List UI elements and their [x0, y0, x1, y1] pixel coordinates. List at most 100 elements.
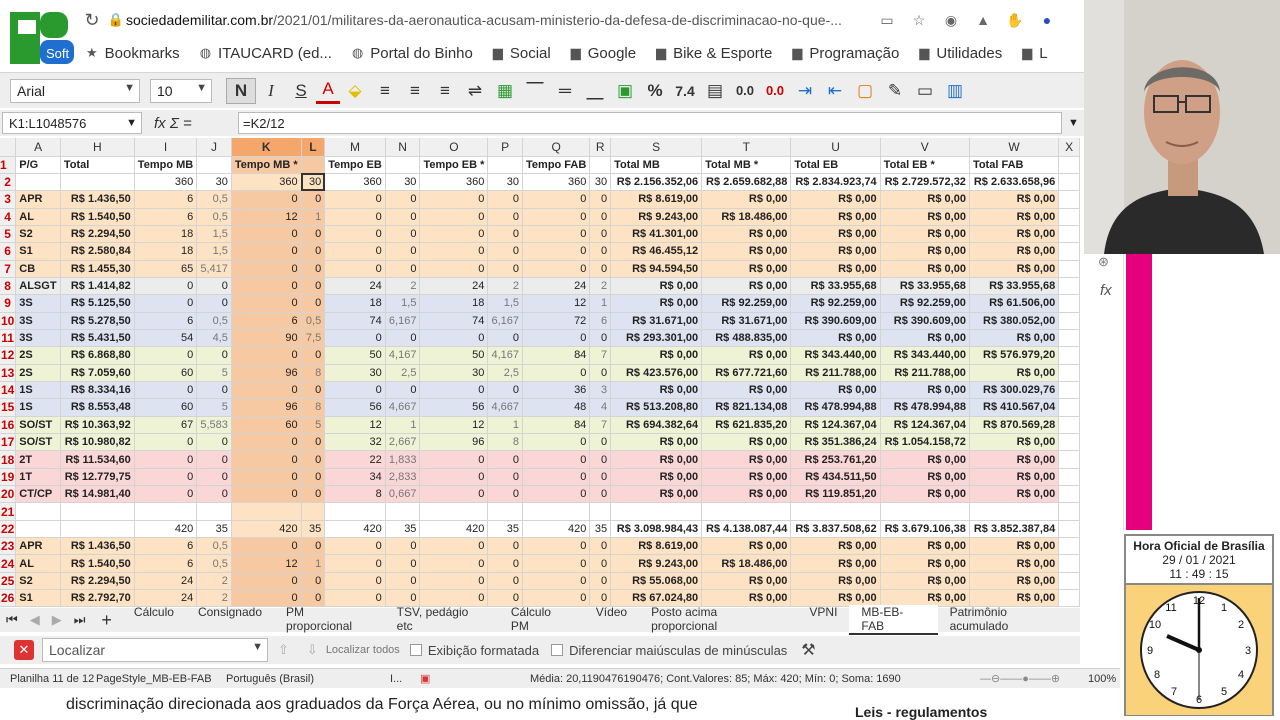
cell[interactable]: R$ 8.619,00: [610, 190, 703, 209]
cell[interactable]: 18: [134, 225, 198, 244]
row-header[interactable]: 9: [0, 294, 17, 313]
row-header[interactable]: 6: [0, 242, 17, 261]
column-header[interactable]: P: [487, 138, 524, 157]
cell[interactable]: ALSGT: [15, 277, 61, 296]
cell[interactable]: 0: [487, 468, 524, 487]
cell[interactable]: R$ 434.511,50: [790, 468, 881, 487]
cell[interactable]: R$ 478.994,88: [880, 398, 970, 417]
cell[interactable]: R$ 0,00: [610, 450, 703, 469]
cell[interactable]: 1,5: [487, 294, 524, 313]
cell[interactable]: 18: [419, 294, 489, 313]
cell[interactable]: 8: [301, 398, 326, 417]
cell[interactable]: 0: [487, 537, 524, 556]
column-header[interactable]: O: [419, 138, 489, 157]
header-cell[interactable]: [1058, 156, 1080, 174]
cell[interactable]: 0: [385, 225, 421, 244]
cell[interactable]: R$ 2.294,50: [60, 572, 135, 591]
header-cell[interactable]: [589, 156, 612, 174]
column-header[interactable]: X: [1058, 138, 1080, 157]
row-header[interactable]: 23: [0, 537, 17, 556]
cell[interactable]: 0: [419, 260, 489, 278]
cell[interactable]: 90: [231, 329, 302, 348]
cell[interactable]: R$ 0,00: [790, 242, 881, 261]
cell[interactable]: 1,5: [385, 294, 421, 313]
cell[interactable]: 0: [301, 537, 326, 556]
cell[interactable]: R$ 10.980,82: [60, 433, 135, 452]
cell[interactable]: R$ 0,00: [701, 450, 792, 469]
border-style-icon[interactable]: ✎: [880, 78, 910, 104]
cell[interactable]: 0: [134, 346, 198, 365]
cell[interactable]: 6: [134, 537, 198, 556]
cell[interactable]: R$ 821.134,08: [701, 398, 792, 417]
cell[interactable]: 4: [589, 398, 612, 417]
cell[interactable]: R$ 0,00: [701, 381, 792, 400]
cell[interactable]: 6: [134, 554, 198, 573]
cell[interactable]: [1058, 572, 1080, 591]
cell[interactable]: [1058, 190, 1080, 209]
cell[interactable]: 4,667: [487, 398, 524, 417]
cell[interactable]: [1058, 537, 1080, 556]
cell[interactable]: R$ 14.981,40: [60, 485, 135, 504]
cell[interactable]: R$ 0,00: [701, 346, 792, 365]
formatted-display-checkbox[interactable]: [409, 644, 422, 656]
cell[interactable]: 35: [301, 520, 326, 539]
cell[interactable]: R$ 9.243,00: [610, 554, 703, 573]
cell[interactable]: R$ 18.486,00: [701, 554, 792, 573]
align-bottom-icon[interactable]: ⎽: [580, 78, 610, 104]
cell[interactable]: 56: [419, 398, 489, 417]
column-header[interactable]: T: [701, 138, 792, 157]
navigator-icon[interactable]: ⊛: [1098, 254, 1109, 270]
cell[interactable]: 84: [522, 346, 591, 365]
row-header[interactable]: 24: [0, 554, 17, 573]
cell[interactable]: 35: [196, 520, 232, 539]
cell[interactable]: 0: [589, 260, 612, 278]
cell[interactable]: 0: [419, 537, 489, 556]
font-name-combo[interactable]: Arial ▼: [10, 78, 140, 103]
border-color-icon[interactable]: ▭: [910, 78, 940, 104]
cell[interactable]: 5,417: [196, 260, 232, 278]
cell[interactable]: R$ 0,00: [880, 208, 970, 226]
cell[interactable]: R$ 1.540,50: [60, 208, 135, 226]
cell[interactable]: 0: [231, 433, 302, 452]
cell[interactable]: [1058, 364, 1080, 382]
cell[interactable]: 2: [385, 277, 421, 296]
bold-button[interactable]: N: [226, 77, 256, 104]
cell[interactable]: R$ 2.659.682,88: [701, 173, 792, 192]
cell[interactable]: 18: [134, 242, 198, 261]
header-cell[interactable]: Total EB: [790, 156, 881, 174]
header-cell[interactable]: Total MB *: [701, 156, 792, 174]
cell[interactable]: APR: [15, 190, 61, 209]
cell[interactable]: 30: [385, 173, 421, 192]
header-cell[interactable]: P/G: [15, 156, 61, 174]
cell[interactable]: 0: [385, 260, 421, 278]
cell[interactable]: 0: [589, 190, 612, 209]
cell[interactable]: 50: [324, 346, 386, 365]
cell[interactable]: 0: [231, 190, 302, 209]
column-header[interactable]: L: [301, 138, 326, 157]
cell[interactable]: 0,5: [196, 190, 232, 209]
row-header[interactable]: 13: [0, 364, 17, 382]
cell[interactable]: R$ 8.553,48: [60, 398, 135, 417]
match-case-checkbox[interactable]: [551, 644, 564, 656]
cell[interactable]: 12: [231, 208, 302, 226]
row-header[interactable]: 14: [0, 381, 17, 400]
row-header[interactable]: 15: [0, 398, 17, 417]
cell[interactable]: R$ 293.301,00: [610, 329, 703, 348]
header-cell[interactable]: [301, 156, 326, 174]
column-header[interactable]: N: [385, 138, 421, 157]
cell[interactable]: 0: [522, 554, 591, 573]
cell[interactable]: [231, 502, 302, 521]
cell[interactable]: 0: [196, 468, 232, 487]
cell[interactable]: 0: [589, 485, 612, 504]
cell[interactable]: R$ 1.414,82: [60, 277, 135, 296]
cell[interactable]: 0: [522, 485, 591, 504]
cell[interactable]: 12: [522, 294, 591, 313]
decrease-indent-icon[interactable]: ⇤: [820, 78, 850, 104]
formula-input[interactable]: =K2/12: [238, 112, 1062, 134]
cell[interactable]: R$ 0,00: [701, 572, 792, 591]
cell[interactable]: R$ 0,00: [701, 433, 792, 452]
cell[interactable]: 0: [324, 208, 386, 226]
cell[interactable]: R$ 0,00: [701, 190, 792, 209]
cell[interactable]: 0: [487, 381, 524, 400]
cell[interactable]: 0: [231, 485, 302, 504]
